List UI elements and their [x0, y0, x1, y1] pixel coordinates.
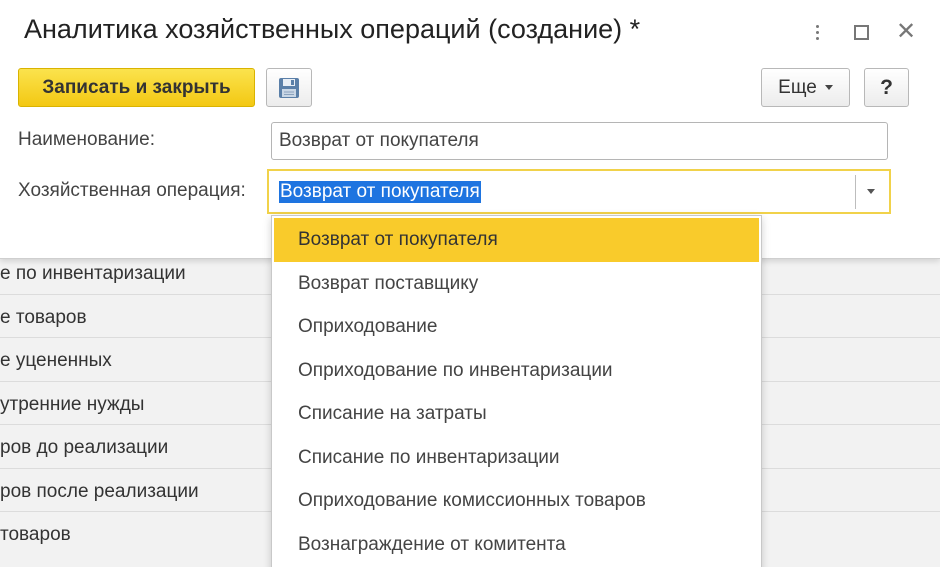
dropdown-option-label: Возврат поставщику — [298, 273, 479, 294]
dropdown-option-label: Оприходование комиссионных товаров — [298, 490, 646, 511]
operation-label: Хозяйственная операция: — [18, 180, 246, 201]
help-button[interactable]: ? — [864, 68, 909, 107]
dialog-title: Аналитика хозяйственных операций (создан… — [24, 14, 641, 44]
dropdown-option[interactable]: Оприходование — [274, 305, 759, 349]
dropdown-arrow-icon[interactable] — [867, 189, 875, 194]
operation-select[interactable]: Возврат от покупателя — [267, 169, 891, 214]
dropdown-option-label: Оприходование по инвентаризации — [298, 360, 613, 381]
dropdown-option[interactable]: Списание по инвентаризации — [274, 436, 759, 480]
list-row-text: утренние нужды — [0, 394, 145, 415]
dropdown-option[interactable]: Оприходование по инвентаризации — [274, 349, 759, 393]
more-button-label: Еще — [778, 76, 817, 98]
save-and-close-label: Записать и закрыть — [42, 76, 231, 98]
dropdown-option-label: Возврат от покупателя — [298, 229, 498, 250]
operation-select-value: Возврат от покупателя — [279, 181, 481, 203]
dropdown-option-label: Списание по инвентаризации — [298, 447, 560, 468]
save-button[interactable] — [266, 68, 312, 107]
more-button[interactable]: Еще — [761, 68, 850, 107]
maximize-icon[interactable] — [848, 18, 874, 46]
dropdown-option-label: Оприходование — [298, 316, 438, 337]
dropdown-option[interactable]: Вознаграждение от комитента — [274, 523, 759, 567]
dropdown-option[interactable]: Оприходование комиссионных товаров — [274, 479, 759, 523]
operation-dropdown-list: Возврат от покупателя Возврат поставщику… — [271, 215, 762, 567]
dropdown-option-label: Вознаграждение от комитента — [298, 534, 566, 555]
name-input[interactable]: Возврат от покупателя — [271, 122, 888, 160]
dropdown-option[interactable]: Возврат поставщику — [274, 262, 759, 306]
name-label: Наименование: — [18, 129, 155, 150]
list-row-text: ров после реализации — [0, 481, 199, 502]
dropdown-option[interactable]: Возврат от покупателя — [274, 218, 759, 262]
select-divider — [855, 175, 856, 209]
more-actions-icon[interactable] — [804, 18, 830, 46]
list-row-text: ров до реализации — [0, 437, 169, 458]
dropdown-option-label: Списание на затраты — [298, 403, 487, 424]
help-button-label: ? — [880, 75, 893, 99]
list-row-text: е товаров — [0, 307, 87, 328]
list-row-text: е уцененных — [0, 350, 112, 371]
name-input-value: Возврат от покупателя — [279, 130, 479, 151]
save-and-close-button[interactable]: Записать и закрыть — [18, 68, 255, 107]
chevron-down-icon — [824, 85, 833, 90]
list-row-text: товаров — [0, 524, 71, 545]
close-icon[interactable]: ✕ — [893, 18, 919, 46]
floppy-disk-icon — [279, 77, 299, 98]
dropdown-option[interactable]: Списание на затраты — [274, 392, 759, 436]
list-row-text: е по инвентаризации — [0, 263, 186, 284]
